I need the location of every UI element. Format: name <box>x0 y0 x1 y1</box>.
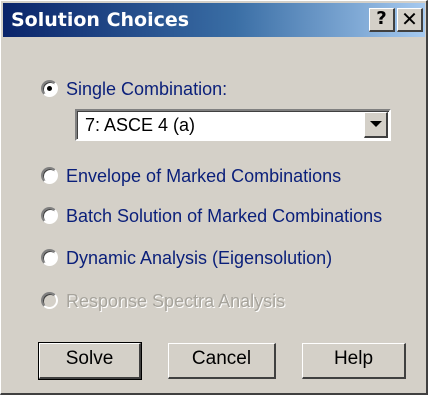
radio-dynamic-analysis[interactable]: Dynamic Analysis (Eigensolution) <box>41 246 381 272</box>
radio-envelope-marked-combinations[interactable]: Envelope of Marked Combinations <box>41 164 381 190</box>
radio-button <box>41 292 58 309</box>
radio-batch-solution[interactable]: Batch Solution of Marked Combinations <box>41 204 421 230</box>
radio-label[interactable]: Envelope of Marked Combinations <box>66 164 341 188</box>
radio-button[interactable] <box>41 249 58 266</box>
help-icon[interactable]: ? <box>369 8 395 32</box>
help-button[interactable]: Help <box>302 343 406 379</box>
combination-select-value: 7: ASCE 4 (a) <box>85 115 196 135</box>
radio-button[interactable] <box>41 80 58 97</box>
radio-label[interactable]: Dynamic Analysis (Eigensolution) <box>66 246 332 270</box>
title-bar[interactable]: Solution Choices ? ✕ <box>3 3 425 37</box>
radio-label[interactable]: Batch Solution of Marked Combinations <box>66 204 382 228</box>
close-icon[interactable]: ✕ <box>397 8 423 32</box>
solve-button[interactable]: Solve <box>38 342 142 380</box>
radio-label[interactable]: Single Combination: <box>66 77 227 101</box>
radio-single-combination[interactable]: Single Combination: <box>41 77 301 103</box>
radio-label: Response Spectra Analysis <box>66 291 286 311</box>
solution-choices-dialog: Solution Choices ? ✕ Single Combination:… <box>0 0 428 395</box>
radio-button[interactable] <box>41 207 58 224</box>
chevron-down-icon[interactable] <box>364 112 388 138</box>
radio-button[interactable] <box>41 167 58 184</box>
radio-selected-dot <box>47 86 52 91</box>
radio-response-spectra-analysis: Response Spectra Analysis <box>41 289 321 315</box>
dialog-title: Solution Choices <box>11 9 190 31</box>
cancel-button[interactable]: Cancel <box>168 343 276 379</box>
combination-select[interactable]: 7: ASCE 4 (a) <box>75 109 391 141</box>
